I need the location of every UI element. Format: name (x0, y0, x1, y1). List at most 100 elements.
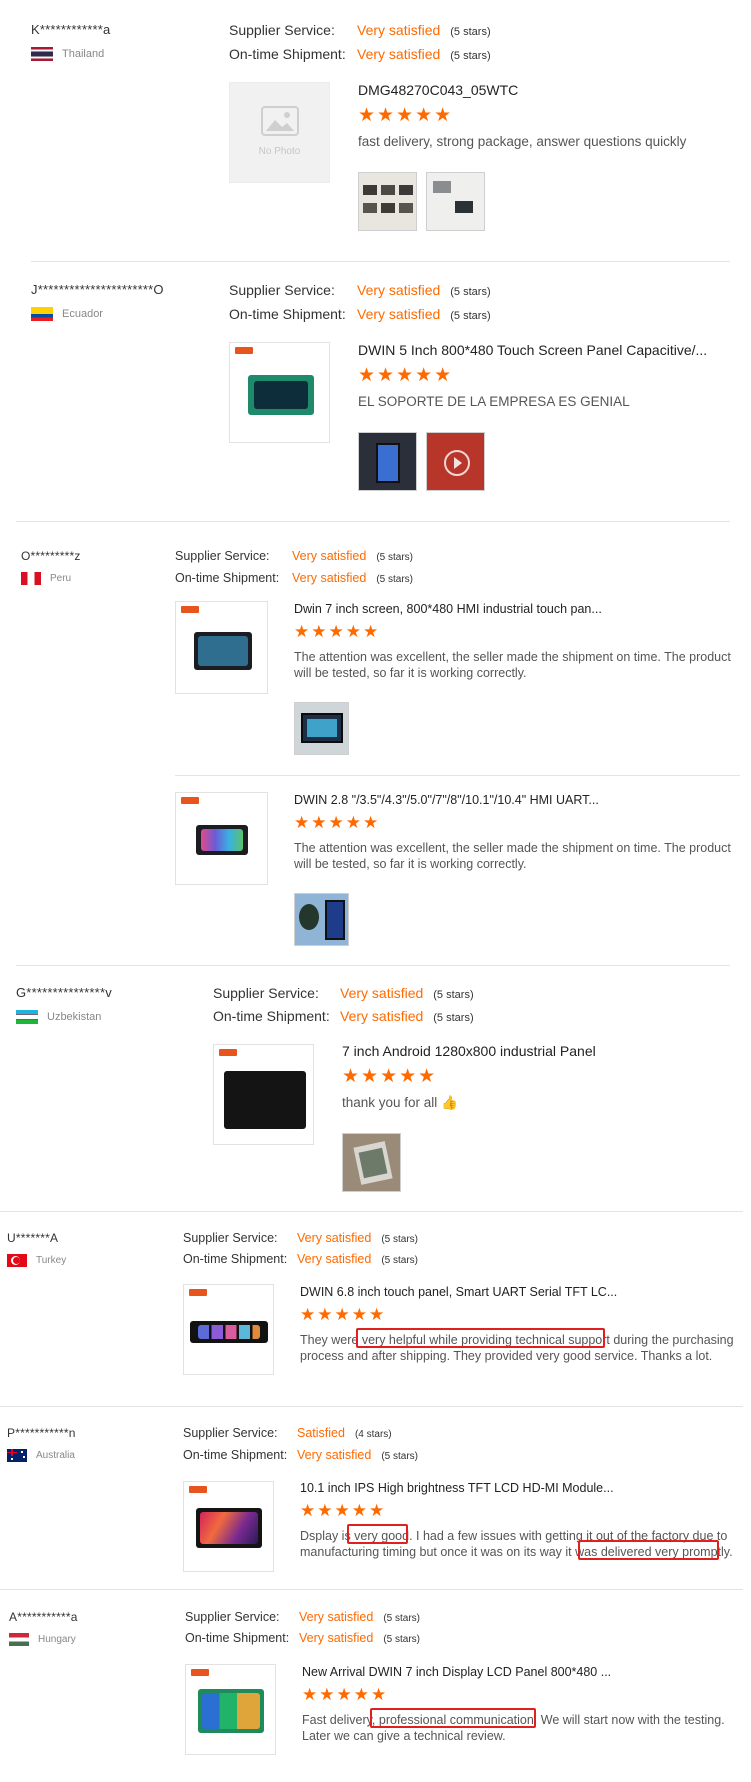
ontime-shipment-rating: On-time Shipment: Very satisfied (5 star… (213, 1008, 474, 1024)
brand-logo-icon (181, 797, 199, 804)
buyer-country: Peru (21, 572, 71, 585)
country-name: Ecuador (62, 308, 103, 320)
ontime-shipment-stars: (5 stars) (450, 310, 491, 322)
play-icon[interactable] (444, 450, 470, 476)
brand-logo-icon (235, 347, 253, 354)
ontime-shipment-rating: On-time Shipment: Very satisfied (5 star… (175, 571, 413, 585)
review-photo[interactable] (358, 432, 417, 491)
ontime-shipment-label: On-time Shipment: (229, 46, 346, 62)
supplier-service-label: Supplier Service: (229, 22, 335, 38)
product-thumbnail[interactable] (213, 1044, 314, 1145)
ontime-shipment-value: Very satisfied (292, 571, 367, 585)
review-divider (0, 1406, 743, 1407)
product-title[interactable]: 7 inch Android 1280x800 industrial Panel (342, 1043, 596, 1059)
supplier-service-value: Very satisfied (340, 985, 424, 1001)
review-divider (16, 521, 730, 522)
product-title[interactable]: 10.1 inch IPS High brightness TFT LCD HD… (300, 1481, 614, 1495)
ontime-shipment-rating: On-time Shipment: Very satisfied (5 star… (229, 46, 491, 62)
buyer-name: U*******A (7, 1231, 59, 1245)
review-video[interactable] (426, 432, 485, 491)
ontime-shipment-label: On-time Shipment: (185, 1631, 290, 1645)
supplier-service-stars: (5 stars) (383, 1613, 421, 1624)
product-title[interactable]: DWIN 5 Inch 800*480 Touch Screen Panel C… (358, 342, 707, 358)
review-comment: thank you for all 👍 (342, 1095, 458, 1110)
ontime-shipment-rating: On-time Shipment: Very satisfied (5 star… (229, 306, 491, 322)
buyer-country: Turkey (7, 1254, 66, 1267)
review-photo[interactable] (294, 893, 349, 946)
supplier-service-label: Supplier Service: (183, 1231, 278, 1245)
supplier-service-value: Very satisfied (357, 22, 441, 38)
review-divider (16, 965, 730, 966)
product-rating-stars: ★★★★★ (302, 1685, 389, 1704)
peru-flag-icon (21, 572, 41, 585)
highlight-box (578, 1540, 719, 1560)
review-photo[interactable] (426, 172, 485, 231)
ontime-shipment-rating: On-time Shipment: Very satisfied (5 star… (183, 1252, 418, 1266)
product-title[interactable]: DWIN 6.8 inch touch panel, Smart UART Se… (300, 1285, 617, 1299)
buyer-country: Thailand (31, 47, 104, 61)
supplier-service-rating: Supplier Service: Very satisfied (5 star… (183, 1231, 418, 1245)
product-rating-stars: ★★★★★ (300, 1501, 387, 1520)
ontime-shipment-stars: (5 stars) (381, 1451, 419, 1462)
buyer-country: Hungary (9, 1633, 76, 1646)
buyer-name: G***************v (16, 985, 112, 1000)
ontime-shipment-value: Very satisfied (297, 1448, 372, 1462)
country-name: Thailand (62, 48, 105, 60)
product-title[interactable]: DMG48270C043_05WTC (358, 82, 518, 98)
product-thumbnail[interactable] (183, 1481, 274, 1572)
ontime-shipment-value: Very satisfied (299, 1631, 374, 1645)
review-divider (0, 1589, 743, 1590)
country-name: Uzbekistan (47, 1011, 102, 1023)
product-thumbnail[interactable] (229, 342, 330, 443)
product-rating-stars: ★★★★★ (358, 365, 454, 386)
supplier-service-stars: (5 stars) (376, 552, 414, 563)
product-thumbnail[interactable] (183, 1284, 274, 1375)
review-photo[interactable] (294, 702, 349, 755)
buyer-name: A***********a (9, 1610, 78, 1624)
hungary-flag-icon (9, 1633, 29, 1646)
ontime-shipment-stars: (5 stars) (450, 50, 491, 62)
image-placeholder-icon (260, 106, 299, 136)
product-thumbnail[interactable] (175, 601, 268, 694)
supplier-service-rating: Supplier Service: Very satisfied (5 star… (213, 985, 474, 1001)
product-title[interactable]: Dwin 7 inch screen, 800*480 HMI industri… (294, 602, 602, 616)
ontime-shipment-rating: On-time Shipment: Very satisfied (5 star… (183, 1448, 418, 1462)
brand-logo-icon (189, 1289, 207, 1296)
product-rating-stars: ★★★★★ (300, 1305, 387, 1324)
supplier-service-rating: Supplier Service: Very satisfied (5 star… (185, 1610, 420, 1624)
product-rating-stars: ★★★★★ (294, 622, 381, 641)
country-name: Turkey (36, 1255, 67, 1266)
supplier-service-stars: (5 stars) (381, 1234, 419, 1245)
supplier-service-label: Supplier Service: (183, 1426, 278, 1440)
product-rating-stars: ★★★★★ (294, 813, 381, 832)
supplier-service-stars: (5 stars) (450, 286, 491, 298)
ontime-shipment-label: On-time Shipment: (175, 571, 280, 585)
buyer-name: O*********z (21, 549, 81, 563)
review-photo[interactable] (342, 1133, 401, 1192)
product-thumbnail[interactable]: No Photo (229, 82, 330, 183)
ontime-shipment-stars: (5 stars) (381, 1255, 419, 1266)
supplier-service-label: Supplier Service: (175, 549, 270, 563)
product-thumbnail[interactable] (185, 1664, 276, 1755)
ontime-shipment-stars: (5 stars) (433, 1012, 474, 1024)
supplier-service-rating: Supplier Service: Satisfied (4 stars) (183, 1426, 392, 1440)
buyer-country: Uzbekistan (16, 1010, 101, 1024)
product-title[interactable]: New Arrival DWIN 7 inch Display LCD Pane… (302, 1665, 611, 1679)
ontime-shipment-value: Very satisfied (340, 1008, 424, 1024)
product-thumbnail[interactable] (175, 792, 268, 885)
product-divider (175, 775, 740, 776)
review-divider (31, 261, 730, 262)
supplier-service-rating: Supplier Service: Very satisfied (5 star… (229, 282, 491, 298)
brand-logo-icon (191, 1669, 209, 1676)
product-title[interactable]: DWIN 2.8 "/3.5"/4.3"/5.0"/7"/8"/10.1"/10… (294, 793, 599, 807)
ontime-shipment-label: On-time Shipment: (213, 1008, 330, 1024)
review-comment: fast delivery, strong package, answer qu… (358, 134, 687, 149)
review-photo[interactable] (358, 172, 417, 231)
supplier-service-rating: Supplier Service: Very satisfied (5 star… (175, 549, 413, 563)
supplier-service-stars: (4 stars) (354, 1429, 392, 1440)
thailand-flag-icon (31, 47, 53, 61)
buyer-name: K************a (31, 22, 111, 37)
supplier-service-label: Supplier Service: (213, 985, 319, 1001)
review-comment: The attention was excellent, the seller … (294, 841, 731, 871)
country-name: Peru (50, 573, 72, 584)
